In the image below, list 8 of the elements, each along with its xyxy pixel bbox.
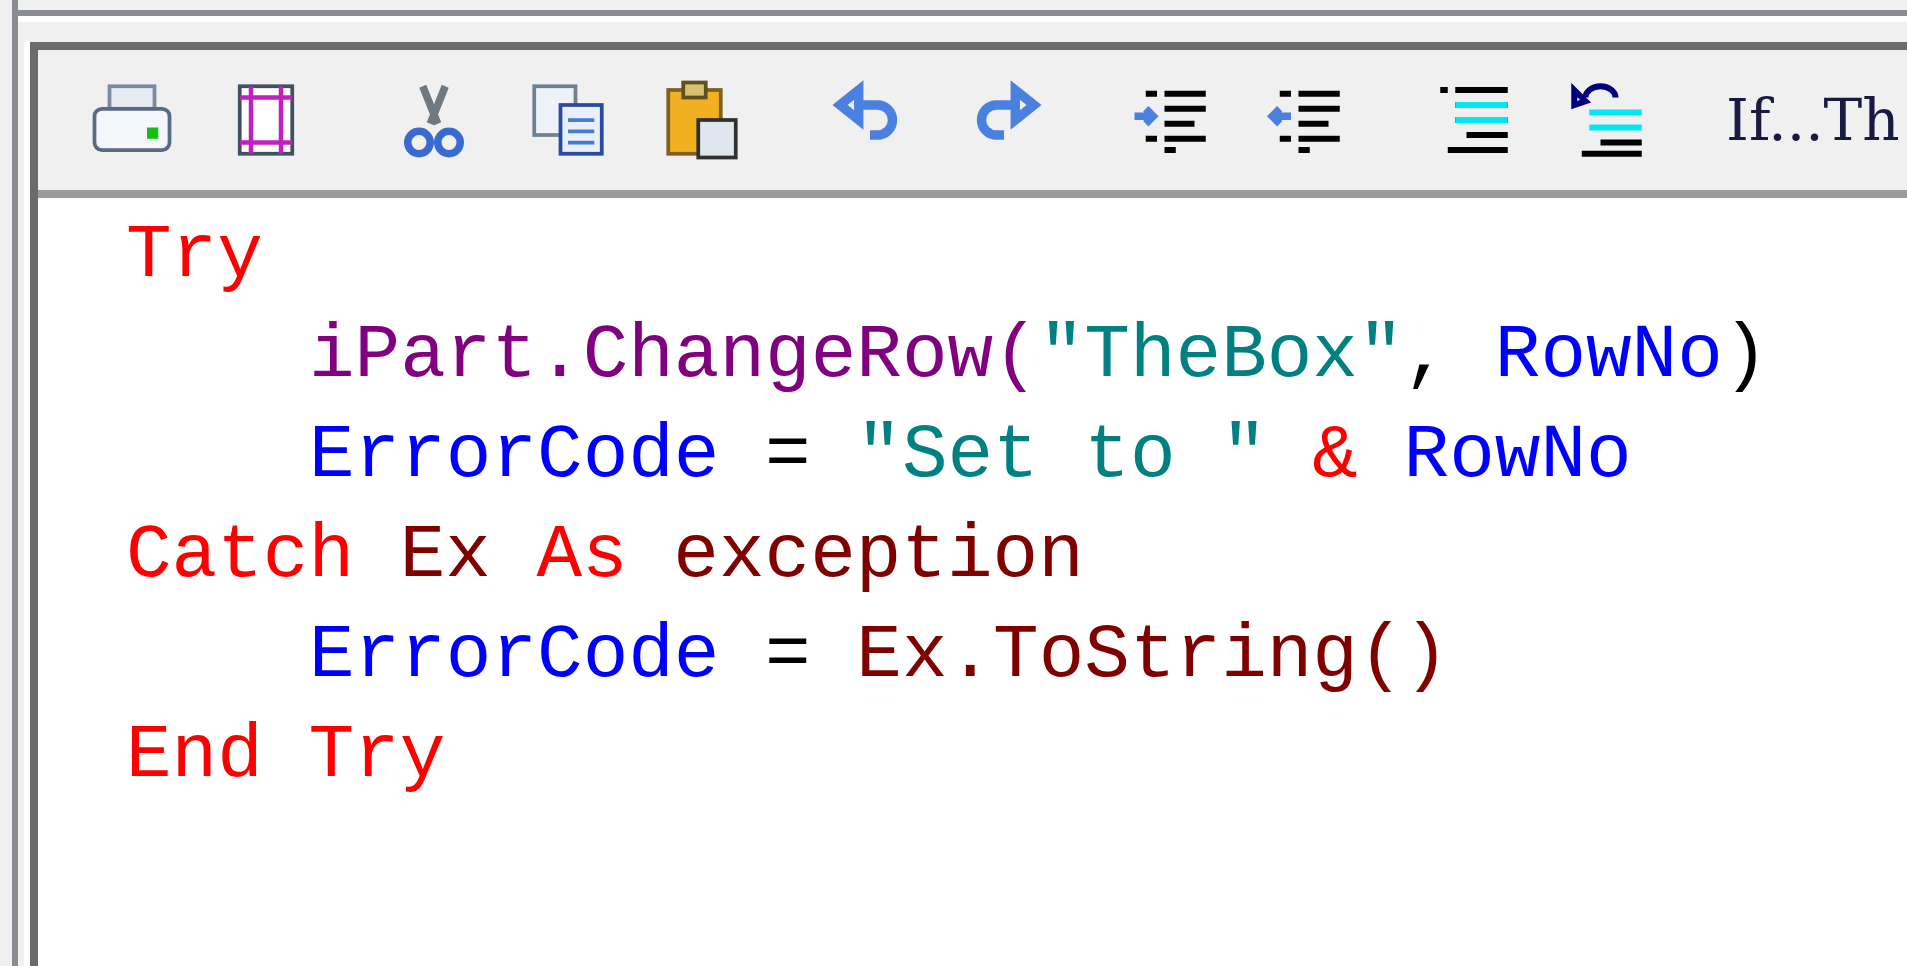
code-editor[interactable]: Try iPart.ChangeRow("TheBox", RowNo) ErrorCode = "Set to " & RowNo Catch Ex As exception ErrorCode = Ex.ToString() End Try [38, 198, 1907, 966]
code-line: ErrorCode = "Set to " & RowNo [309, 412, 1633, 501]
code-line: Catch Ex As exception [126, 512, 1085, 601]
code-line: End Try [126, 712, 447, 801]
code-line: iPart.ChangeRow("TheBox", RowNo) [309, 312, 1770, 401]
code-line: Try [126, 212, 264, 301]
toolbar-text-button[interactable]: If...Th [1726, 86, 1900, 154]
code-line: ErrorCode = Ex.ToString() [309, 612, 1451, 701]
